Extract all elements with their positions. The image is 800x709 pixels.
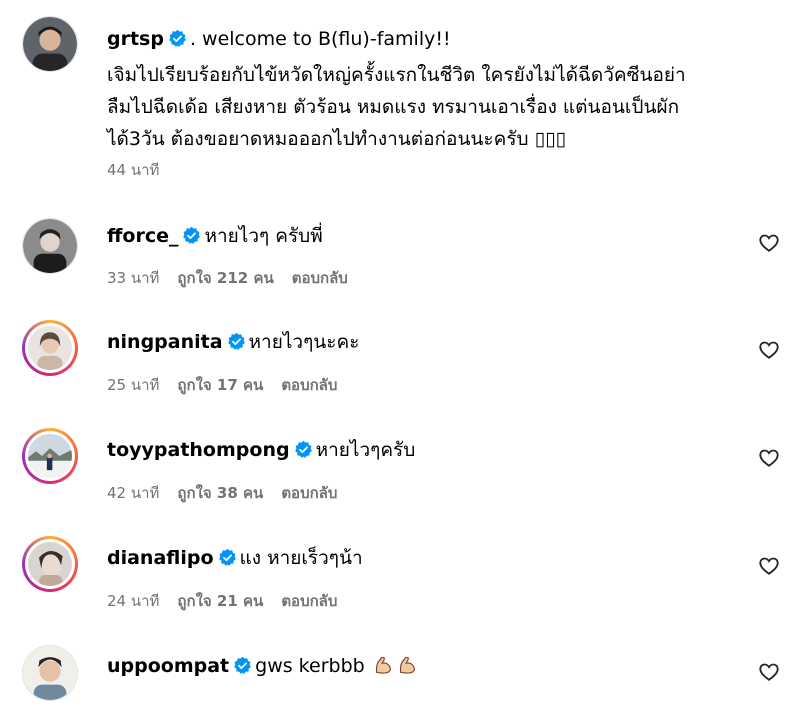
comment-username[interactable]: toyypathompong	[107, 439, 290, 461]
comment-item: toyypathompong หายไวๆครับ 42 นาที ถูกใจ 38…	[0, 426, 800, 526]
comment-item: dianaflipo แง หายเร็วๆน้า 24 นาที ถูกใจ 21…	[0, 534, 800, 634]
heart-icon[interactable]	[758, 339, 780, 361]
commenter-avatar[interactable]	[22, 536, 78, 592]
caption-body-line: ได้3วัน ต้องขอยาดหมอออกไปทำงานต่อก่อนนะค…	[107, 128, 567, 150]
comment-time: 25 นาที	[107, 376, 160, 394]
commenter-avatar[interactable]	[22, 320, 78, 376]
comment-item: ningpanita หายไวๆนะคะ 25 นาที ถูกใจ 17 คน ต…	[0, 318, 800, 418]
caption-body-line: เจิมไปเรียบร้อยกับไข้หวัดใหญ่ครั้งแรกในช…	[107, 64, 686, 86]
caption-time: 44 นาที	[107, 161, 160, 179]
heart-icon[interactable]	[758, 232, 780, 254]
comment-text: หายไวๆ ครับพี่	[204, 225, 323, 247]
commenter-avatar[interactable]	[22, 645, 78, 701]
flexed-biceps-emoji	[399, 656, 415, 674]
caption-first-line: . welcome to B(flu)-family!!	[189, 28, 451, 50]
verified-badge-icon	[183, 226, 201, 244]
post-caption: grtsp . welcome to B(flu)-family!! เจิมไป…	[0, 0, 800, 190]
comment-time: 24 นาที	[107, 592, 160, 610]
comment-item: uppoompat gws kerbbb	[0, 642, 800, 709]
comment-username[interactable]: ningpanita	[107, 331, 223, 353]
comment-text: หายไวๆครับ	[315, 439, 416, 461]
reply-button[interactable]: ตอบกลับ	[281, 376, 337, 394]
verified-badge-icon	[218, 548, 236, 566]
comment-likes-link[interactable]: ถูกใจ 17 คน	[177, 376, 263, 394]
reply-button[interactable]: ตอบกลับ	[292, 269, 348, 287]
comment-time: 33 นาที	[107, 269, 160, 287]
caption-body-line: ลืมไปฉีดเด้อ เสียงหาย ตัวร้อน หมดแรง ทรม…	[107, 96, 680, 118]
verified-badge-icon	[169, 29, 186, 47]
comment-likes-link[interactable]: ถูกใจ 212 คน	[177, 269, 273, 287]
caption-author-avatar[interactable]	[22, 16, 78, 72]
commenter-avatar[interactable]	[22, 428, 78, 484]
comment-username[interactable]: dianaflipo	[107, 547, 214, 569]
comment-text: หายไวๆนะคะ	[248, 331, 360, 353]
flexed-biceps-emoji	[375, 656, 391, 674]
reply-button[interactable]: ตอบกลับ	[281, 484, 337, 502]
reply-button[interactable]: ตอบกลับ	[281, 592, 337, 610]
caption-username[interactable]: grtsp	[107, 28, 164, 50]
commenter-avatar[interactable]	[22, 218, 78, 274]
comment-likes-link[interactable]: ถูกใจ 21 คน	[177, 592, 263, 610]
comment-time: 42 นาที	[107, 484, 160, 502]
comment-username[interactable]: uppoompat	[107, 655, 229, 677]
comment-text: gws kerbbb	[255, 655, 365, 677]
comment-likes-link[interactable]: ถูกใจ 38 คน	[177, 484, 263, 502]
heart-icon[interactable]	[758, 555, 780, 577]
heart-icon[interactable]	[758, 447, 780, 469]
verified-badge-icon	[234, 656, 252, 674]
comment-username[interactable]: fforce_	[107, 225, 178, 247]
caption-body: เจิมไปเรียบร้อยกับไข้หวัดใหญ่ครั้งแรกในช…	[107, 59, 777, 155]
comment-item: fforce_ หายไวๆ ครับพี่ 33 นาที ถูกใจ 212 ค…	[0, 210, 800, 310]
verified-badge-icon	[227, 332, 245, 350]
verified-badge-icon	[294, 440, 312, 458]
heart-icon[interactable]	[758, 661, 780, 683]
comment-text: แง หายเร็วๆน้า	[239, 547, 363, 569]
